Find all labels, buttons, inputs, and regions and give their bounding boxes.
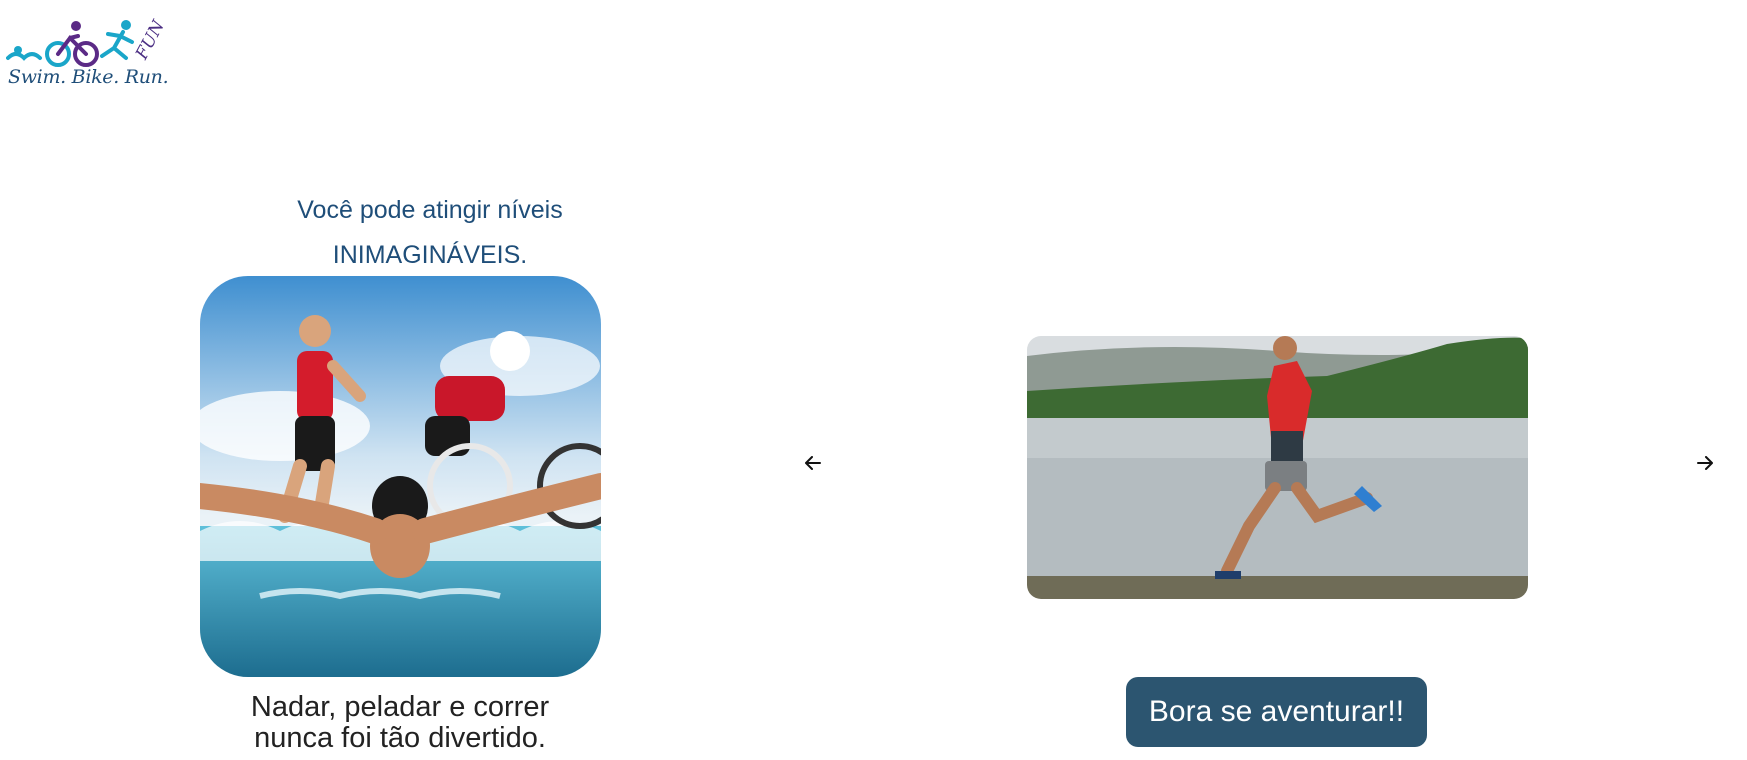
brand-logo[interactable]: Swim. Bike. Run. FUN: [6, 16, 169, 94]
cta-adventure-button[interactable]: Bora se aventurar!!: [1126, 677, 1427, 747]
carousel-prev-button[interactable]: [801, 451, 825, 475]
triathlon-logo-icon: [6, 20, 134, 67]
hero-tagline: Você pode atingir níveis INIMAGINÁVEIS.: [200, 188, 660, 278]
triathlon-photo: [200, 276, 601, 677]
arrow-left-icon: [805, 456, 821, 470]
tagline-line-2: INIMAGINÁVEIS.: [332, 241, 528, 269]
logo-wordmark: Swim. Bike. Run.: [8, 66, 169, 88]
hero-caption: Nadar, peladar e correr nunca foi tão di…: [200, 692, 600, 754]
tagline-line-1: Você pode atingir níveis: [297, 196, 563, 224]
carousel-next-button[interactable]: [1693, 451, 1717, 475]
carousel-slide-photo: [1027, 336, 1528, 599]
arrow-right-icon: [1697, 456, 1713, 470]
caption-line-2: nunca foi tão divertido.: [254, 722, 546, 754]
caption-line-1: Nadar, peladar e correr: [250, 691, 550, 723]
